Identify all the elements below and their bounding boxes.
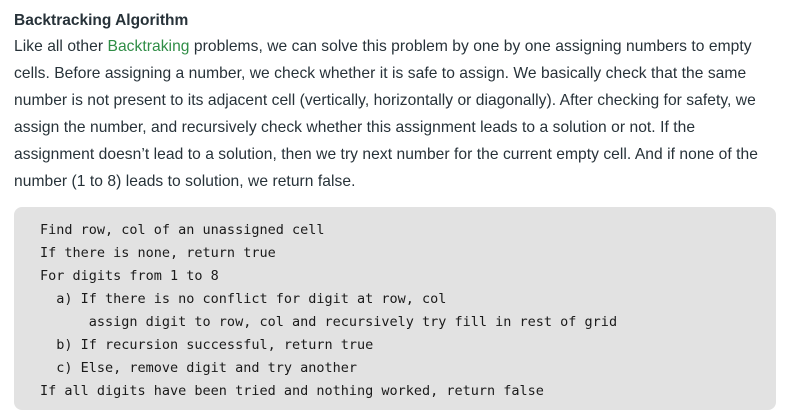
code-line: assign digit to row, col and recursively… xyxy=(40,314,618,330)
code-line: For digits from 1 to 8 xyxy=(40,268,219,284)
code-line: If there is none, return true xyxy=(40,245,276,261)
code-line: a) If there is no conflict for digit at … xyxy=(40,291,447,307)
pseudocode-block: Find row, col of an unassigned cell If t… xyxy=(14,207,776,410)
backtracking-link[interactable]: Backtraking xyxy=(108,38,190,55)
code-line: b) If recursion successful, return true xyxy=(40,337,374,353)
article: Backtracking Algorithm Like all other Ba… xyxy=(0,0,789,419)
paragraph-text-start: Like all other xyxy=(14,38,108,55)
section-title: Backtracking Algorithm xyxy=(14,12,189,29)
code-line: Find row, col of an unassigned cell xyxy=(40,222,325,238)
description-paragraph: Like all other Backtraking problems, we … xyxy=(14,33,775,195)
paragraph-text-end: problems, we can solve this problem by o… xyxy=(14,38,758,190)
code-line: c) Else, remove digit and try another xyxy=(40,360,357,376)
code-line: If all digits have been tried and nothin… xyxy=(40,383,544,399)
